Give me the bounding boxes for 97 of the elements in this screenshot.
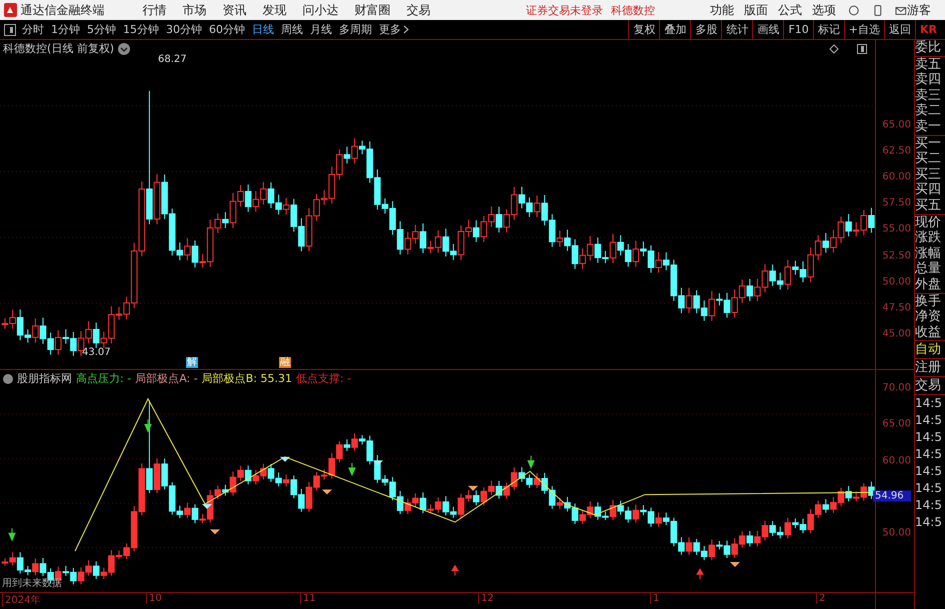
axis-label: 45.00 (882, 328, 911, 340)
trade-time: 14:5 (915, 395, 943, 412)
event-tag: 解 (186, 357, 198, 368)
period-tab[interactable]: 周线 (281, 22, 303, 37)
legend-item: 局部极点B: 55.31 (202, 371, 292, 386)
quote-label: 换手 (915, 294, 942, 310)
side-tab[interactable]: 注册 (915, 359, 945, 378)
menu-item[interactable]: 发现 (262, 2, 287, 18)
quote-label: 卖一 (915, 118, 942, 135)
date-label: 2 (816, 593, 826, 604)
menu-item[interactable]: 交易 (406, 2, 431, 18)
date-label: 12 (478, 593, 494, 604)
period-tab[interactable]: 多周期 (339, 22, 372, 37)
guest-label[interactable]: 游客 (907, 2, 932, 18)
period-tab[interactable]: 分时 (22, 22, 44, 37)
toolbar-button[interactable]: 叠加 (659, 20, 690, 39)
axis-label: 50.00 (882, 528, 911, 538)
menu-item[interactable]: 资讯 (222, 2, 247, 18)
menu-item[interactable]: 财富圈 (354, 2, 391, 18)
trade-time: 14:5 (915, 412, 943, 430)
axis-label: 60.00 (882, 455, 911, 466)
quote-label: 买三 (915, 166, 942, 182)
trade-time: 14:5 (915, 497, 943, 514)
quote-label: 买一 (915, 136, 942, 152)
period-tab[interactable]: 60分钟 (209, 22, 245, 37)
trade-time: 14:5 (915, 514, 943, 532)
axis-label: 55.00 (882, 224, 911, 235)
trade-time: 14:5 (915, 463, 943, 480)
date-label: 1 (650, 593, 660, 604)
more-button[interactable]: 更多 (379, 22, 401, 37)
trade-time: 14:5 (915, 429, 943, 446)
toolbar-button[interactable]: 复权 (628, 20, 660, 39)
legend-item: 局部极点A: - (135, 371, 198, 386)
app-title: 通达信金融终端 (20, 2, 105, 18)
date-label: 10 (146, 593, 162, 604)
toolbar-button[interactable]: 多股 (690, 20, 722, 39)
axis-label: 60.00 (882, 172, 911, 183)
toolbar-button[interactable]: 返回 (884, 20, 915, 39)
high-price-label: 68.27 (158, 54, 187, 65)
quote-label: 买二 (915, 151, 942, 167)
quote-label: 卖四 (915, 72, 942, 88)
axis-label: 62.50 (882, 146, 911, 157)
quote-label: 卖二 (915, 103, 942, 119)
quote-label: 卖三 (915, 88, 942, 103)
toolbar-button[interactable]: +自选 (844, 20, 884, 39)
axis-label: 50.00 (882, 276, 911, 288)
trade-time: 14:5 (915, 446, 943, 464)
menu-item[interactable]: 公式 (778, 2, 802, 18)
date-label: 11 (300, 593, 316, 604)
toolbar-button[interactable]: 标记 (812, 20, 844, 39)
quote-label: 外盘 (915, 276, 942, 292)
side-tab[interactable]: 交易 (915, 377, 945, 396)
toolbar-button[interactable]: 画线 (752, 20, 784, 39)
quote-label: 买五 (915, 198, 942, 214)
quote-label: 涨跌 (915, 230, 942, 246)
warning-note: 用到未来数据 (2, 576, 62, 590)
menu-item[interactable]: 选项 (812, 2, 836, 18)
axis-label: 57.50 (882, 198, 911, 209)
axis-label: 65.00 (882, 418, 911, 430)
period-tab[interactable]: 日线 (252, 22, 274, 37)
period-tab[interactable]: 5分钟 (87, 22, 116, 37)
side-tab[interactable]: 自动 (915, 341, 945, 360)
axis-label: 70.00 (882, 382, 911, 394)
quote-label: 现价 (915, 214, 942, 230)
status-notice: 证券交易未登录 (526, 2, 604, 18)
indicator-name: 股朋指标网 (17, 371, 72, 386)
quote-label: 卖五 (915, 56, 942, 72)
axis-label: 47.50 (882, 302, 911, 314)
legend-item: 高点压力: - (76, 371, 132, 386)
low-price-label: 43.07 (82, 347, 111, 358)
quote-label: 买四 (915, 182, 942, 198)
quote-label: 净资 (915, 309, 942, 325)
menu-item[interactable]: 市场 (182, 2, 207, 18)
period-tab[interactable]: 15分钟 (123, 22, 159, 37)
toolbar-button[interactable]: F10 (783, 20, 813, 39)
legend-item: 低点支撑: - (296, 371, 352, 386)
menu-item[interactable]: 问小达 (302, 2, 339, 18)
date-label: 2024年 (2, 593, 40, 607)
quote-label: 涨幅 (915, 246, 942, 262)
trade-time: 14:5 (915, 480, 943, 498)
quote-label: 收益 (915, 324, 942, 340)
chart-title: 科德数控(日线 前复权) (3, 41, 114, 56)
price-tag: 54.96 (873, 490, 911, 502)
quote-label: 总量 (915, 261, 942, 277)
period-tab[interactable]: 月线 (310, 22, 332, 37)
edge-label: KR (915, 20, 945, 39)
period-tab[interactable]: 30分钟 (166, 22, 202, 37)
period-tab[interactable]: 1分钟 (51, 22, 80, 37)
menu-item[interactable]: 版面 (744, 2, 768, 18)
axis-label: 52.50 (882, 250, 911, 261)
toolbar-button[interactable]: 统计 (721, 20, 752, 39)
quote-label: 委比 (915, 40, 942, 56)
event-tag: 融 (279, 357, 291, 368)
menu-item[interactable]: 行情 (142, 2, 167, 18)
menu-item[interactable]: 功能 (710, 2, 734, 18)
axis-label: 65.00 (882, 120, 911, 130)
status-notice: 科德数控 (611, 2, 656, 18)
